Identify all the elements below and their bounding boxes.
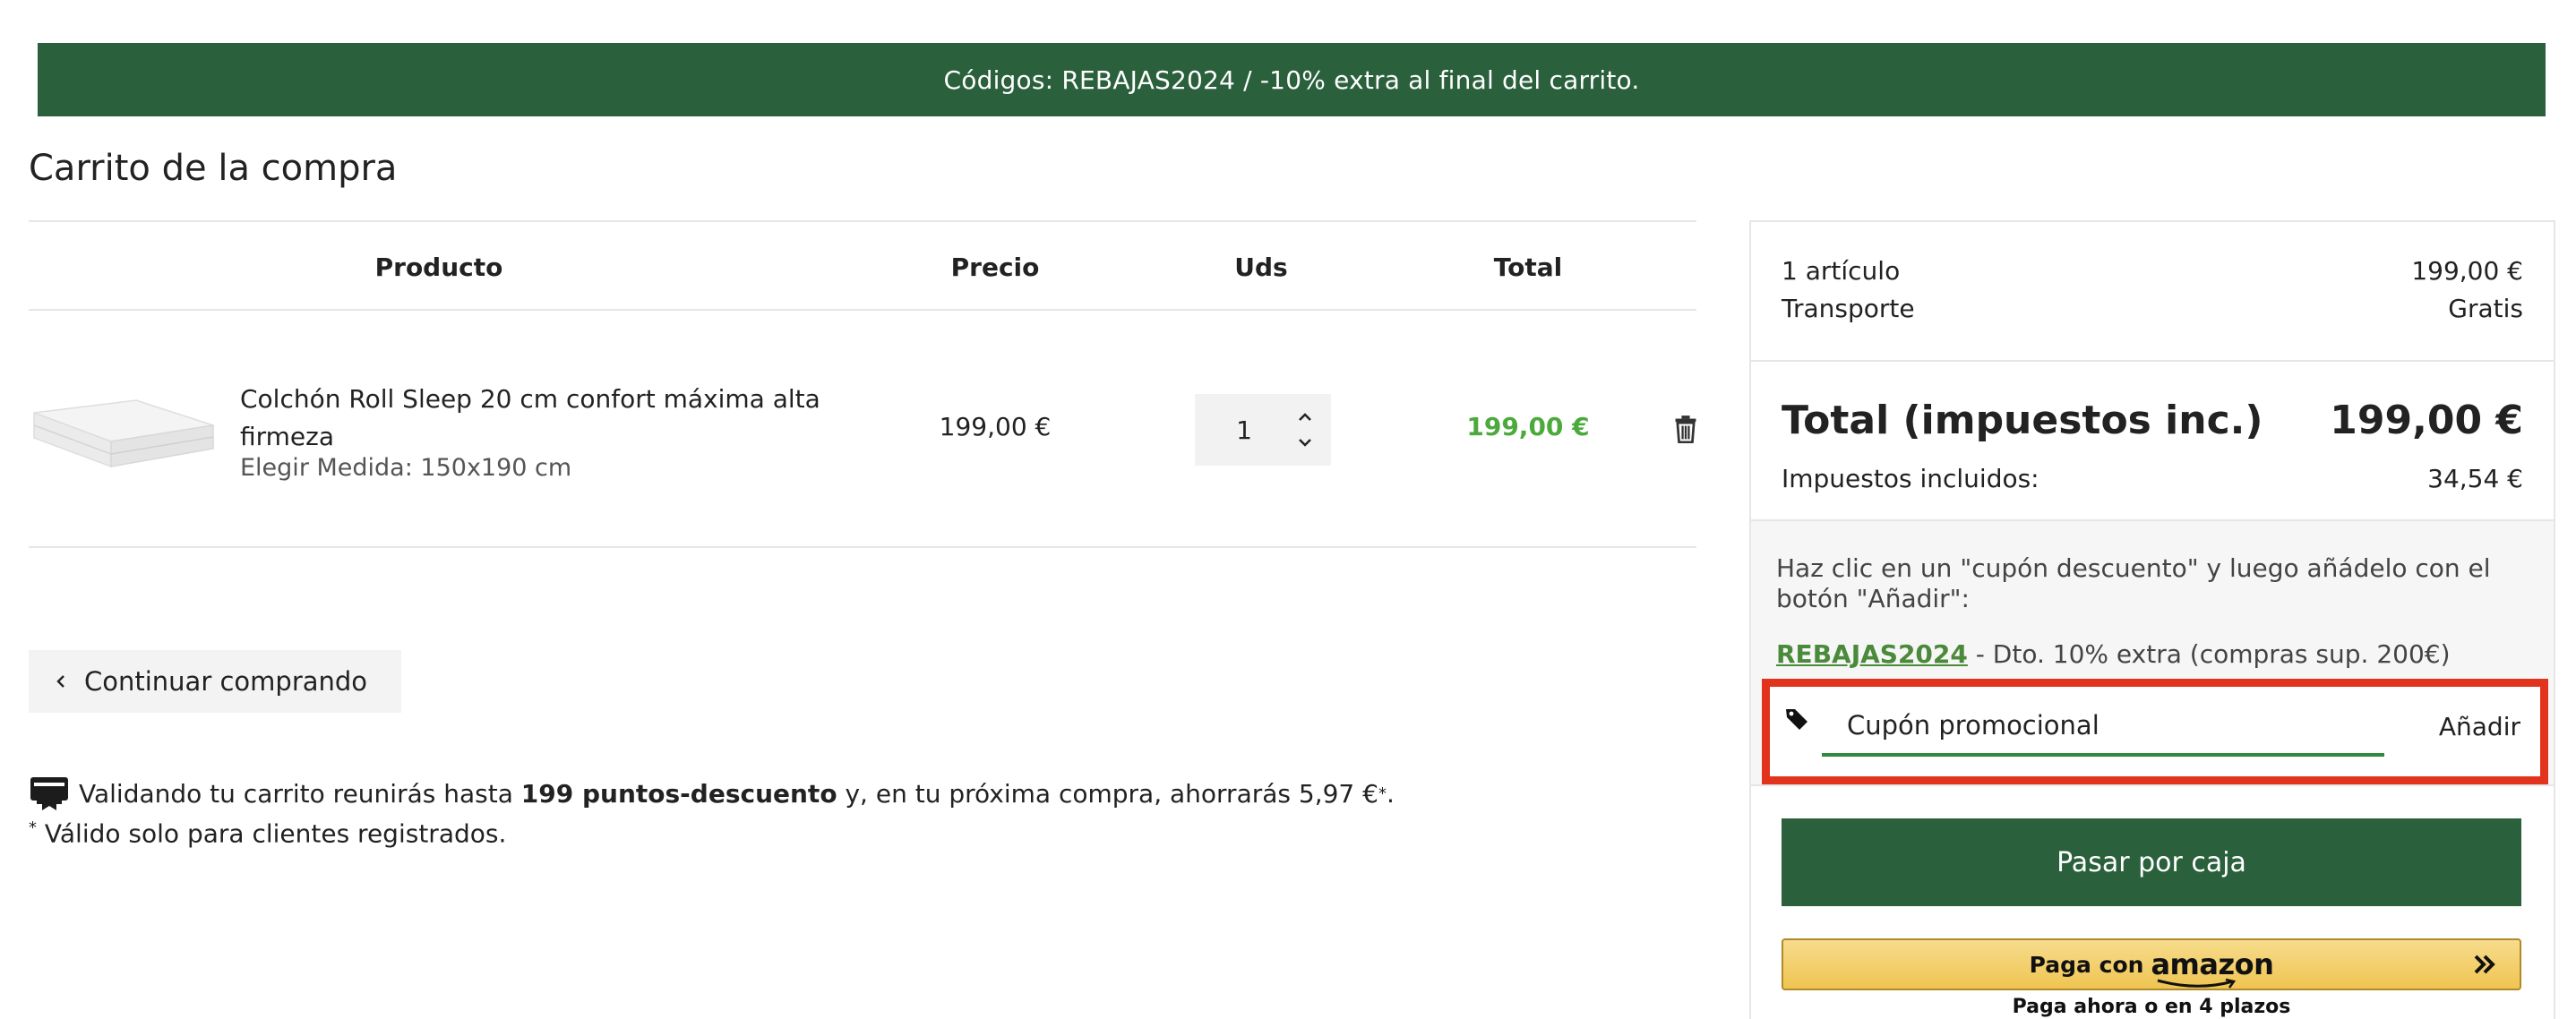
items-label: 1 artículo xyxy=(1782,256,1901,286)
promo-banner-text: Códigos: REBAJAS2024 / -10% extra al fin… xyxy=(943,64,1640,95)
total-label: Total (impuestos inc.) xyxy=(1782,398,2263,443)
continue-shopping-label: Continuar comprando xyxy=(84,666,368,697)
points-info: Validando tu carrito reunirás hasta 199 … xyxy=(29,775,1395,811)
items-value: 199,00 € xyxy=(2411,256,2523,286)
total-line: Total (impuestos inc.) 199,00 € xyxy=(1782,398,2523,443)
quantity-arrows xyxy=(1293,409,1317,450)
coupon-hint: Haz clic en un "cupón descuento" y luego… xyxy=(1776,553,2491,613)
coupon-add-button[interactable]: Añadir xyxy=(2439,712,2520,741)
checkout-label: Pasar por caja xyxy=(2057,846,2246,878)
shipping-value: Gratis xyxy=(2448,294,2523,323)
table-row: Colchón Roll Sleep 20 cm confort máxima … xyxy=(29,311,1696,548)
points-text-suffix: y, en tu próxima compra, ahorrarás 5,97 … xyxy=(845,778,1378,809)
points-footnote-text: Válido solo para clientes registrados. xyxy=(44,818,507,849)
chevron-left-icon xyxy=(56,673,66,689)
chevron-up-icon[interactable] xyxy=(1293,409,1317,425)
tax-line: Impuestos incluidos: 34,54 € xyxy=(1782,464,2523,493)
promo-banner: Códigos: REBAJAS2024 / -10% extra al fin… xyxy=(38,43,2546,116)
trash-icon[interactable] xyxy=(1673,415,1698,443)
cart-table-header: Producto Precio Uds Total xyxy=(29,220,1696,311)
summary-shipping-line: Transporte Gratis xyxy=(1782,294,2523,323)
points-amount: 199 puntos-descuento xyxy=(520,778,837,809)
period: . xyxy=(1386,778,1395,809)
header-product: Producto xyxy=(374,253,503,282)
amazon-logo: amazon xyxy=(2151,947,2274,989)
checkout-button[interactable]: Pasar por caja xyxy=(1782,818,2521,906)
amazon-pay-button[interactable]: Paga con amazon xyxy=(1782,938,2521,990)
order-summary: 1 artículo 199,00 € Transporte Gratis To… xyxy=(1749,220,2555,1019)
row-total: 199,00 € xyxy=(1466,412,1590,441)
amazon-pay-note: Paga ahora o en 4 plazos xyxy=(2012,996,2291,1018)
summary-subtotals: 1 artículo 199,00 € Transporte Gratis xyxy=(1751,222,2554,362)
amazon-logo-text: amazon xyxy=(2151,947,2274,981)
quantity-input[interactable]: 1 xyxy=(1195,415,1293,445)
header-price: Precio xyxy=(950,253,1040,282)
shipping-label: Transporte xyxy=(1782,294,1915,323)
quantity-stepper[interactable]: 1 xyxy=(1195,394,1331,466)
double-chevron-right-icon xyxy=(2474,955,2495,974)
summary-total: Total (impuestos inc.) 199,00 € Impuesto… xyxy=(1751,362,2554,521)
coupon-section: Haz clic en un "cupón descuento" y luego… xyxy=(1751,521,2554,786)
summary-items-line: 1 artículo 199,00 € xyxy=(1782,256,2523,286)
footnote-marker: * xyxy=(29,818,37,837)
cart-page: Códigos: REBAJAS2024 / -10% extra al fin… xyxy=(0,0,2576,1019)
product-variant: Elegir Medida: 150x190 cm xyxy=(240,454,572,482)
product-image[interactable] xyxy=(29,395,215,470)
product-price: 199,00 € xyxy=(939,412,1052,441)
coupon-offer: REBAJAS2024 - Dto. 10% extra (compras su… xyxy=(1776,639,2451,669)
page-title: Carrito de la compra xyxy=(29,148,398,189)
header-total: Total xyxy=(1493,253,1563,282)
chevron-down-icon[interactable] xyxy=(1293,434,1317,450)
points-text-prefix: Validando tu carrito reunirás hasta xyxy=(79,778,513,809)
tag-icon xyxy=(1786,709,1807,730)
footnote-marker: * xyxy=(1378,784,1387,803)
coupon-code-link[interactable]: REBAJAS2024 xyxy=(1776,639,1968,669)
continue-shopping-button[interactable]: Continuar comprando xyxy=(29,650,401,713)
coupon-form: Añadir xyxy=(1762,679,2548,784)
cart-table: Producto Precio Uds Total Colchón Roll S… xyxy=(29,220,1696,548)
tax-value: 34,54 € xyxy=(2427,464,2523,493)
points-footnote: * Válido solo para clientes registrados. xyxy=(29,818,506,848)
header-qty: Uds xyxy=(1234,253,1288,282)
tax-label: Impuestos incluidos: xyxy=(1782,464,2039,493)
coupon-input[interactable] xyxy=(1822,698,2384,757)
amazon-pay-prefix: Paga con xyxy=(2029,951,2144,978)
card-reader-icon xyxy=(30,777,68,810)
coupon-description: - Dto. 10% extra (compras sup. 200€) xyxy=(1975,639,2451,669)
total-value: 199,00 € xyxy=(2330,398,2523,443)
product-name-link[interactable]: Colchón Roll Sleep 20 cm confort máxima … xyxy=(240,381,885,456)
amazon-smile-icon xyxy=(2158,978,2237,989)
